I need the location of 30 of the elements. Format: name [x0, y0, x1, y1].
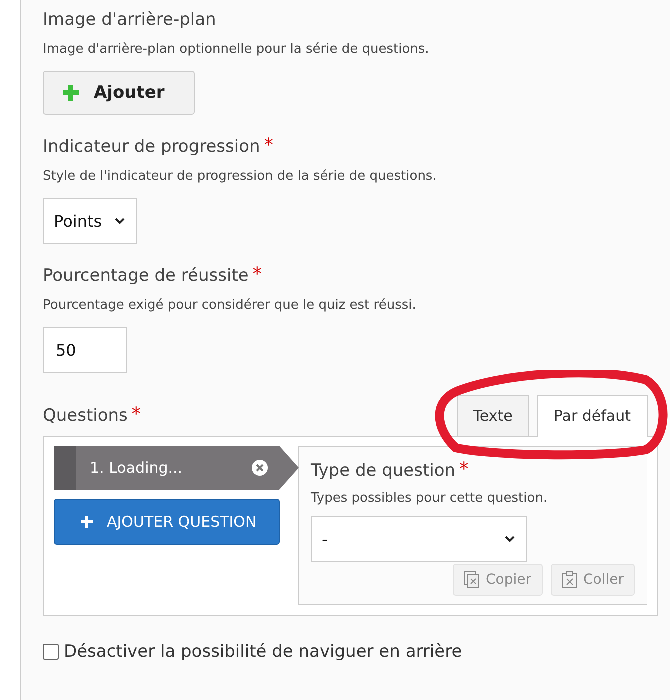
field-label: Indicateur de progression	[43, 137, 260, 157]
add-button[interactable]: Ajouter	[43, 71, 195, 115]
field-description: Image d'arrière-plan optionnelle pour la série de questions.	[43, 42, 430, 57]
required-mark: *	[264, 137, 274, 155]
required-mark: *	[460, 461, 469, 479]
field-description: Types possibles pour cette question.	[311, 491, 549, 506]
field-label: Pourcentage de réussite	[43, 266, 249, 286]
required-mark: *	[252, 266, 262, 284]
copy-icon	[464, 571, 480, 589]
checkbox-label: Désactiver la possibilité de naviguer en arrière	[64, 642, 462, 662]
question-item[interactable]: 1. Loading...	[54, 446, 299, 490]
checkbox[interactable]	[43, 644, 59, 660]
chevron-down-icon	[114, 217, 126, 225]
field-description: Style de l'indicateur de progression de la série de questions.	[43, 169, 438, 184]
field-label: Questions	[43, 406, 128, 426]
field-description: Pourcentage exigé pour considérer que le quiz est réussi.	[43, 298, 418, 313]
chevron-down-icon	[504, 535, 516, 543]
plus-icon	[81, 516, 93, 528]
required-mark: *	[132, 406, 141, 424]
field-label: Type de question	[311, 461, 456, 481]
field-label: Image d'arrière-plan	[43, 10, 216, 30]
select-field[interactable]: -	[311, 516, 527, 562]
tab[interactable]: Texte	[457, 395, 529, 436]
tab[interactable]: Par défaut	[536, 395, 648, 437]
plus-icon	[62, 84, 80, 102]
select-field[interactable]: Points	[43, 198, 138, 244]
add-question-button[interactable]: AJOUTER QUESTION	[54, 499, 280, 545]
number-field[interactable]: 50	[43, 327, 127, 373]
clipboard-icon	[562, 571, 578, 589]
remove-icon	[251, 459, 269, 477]
